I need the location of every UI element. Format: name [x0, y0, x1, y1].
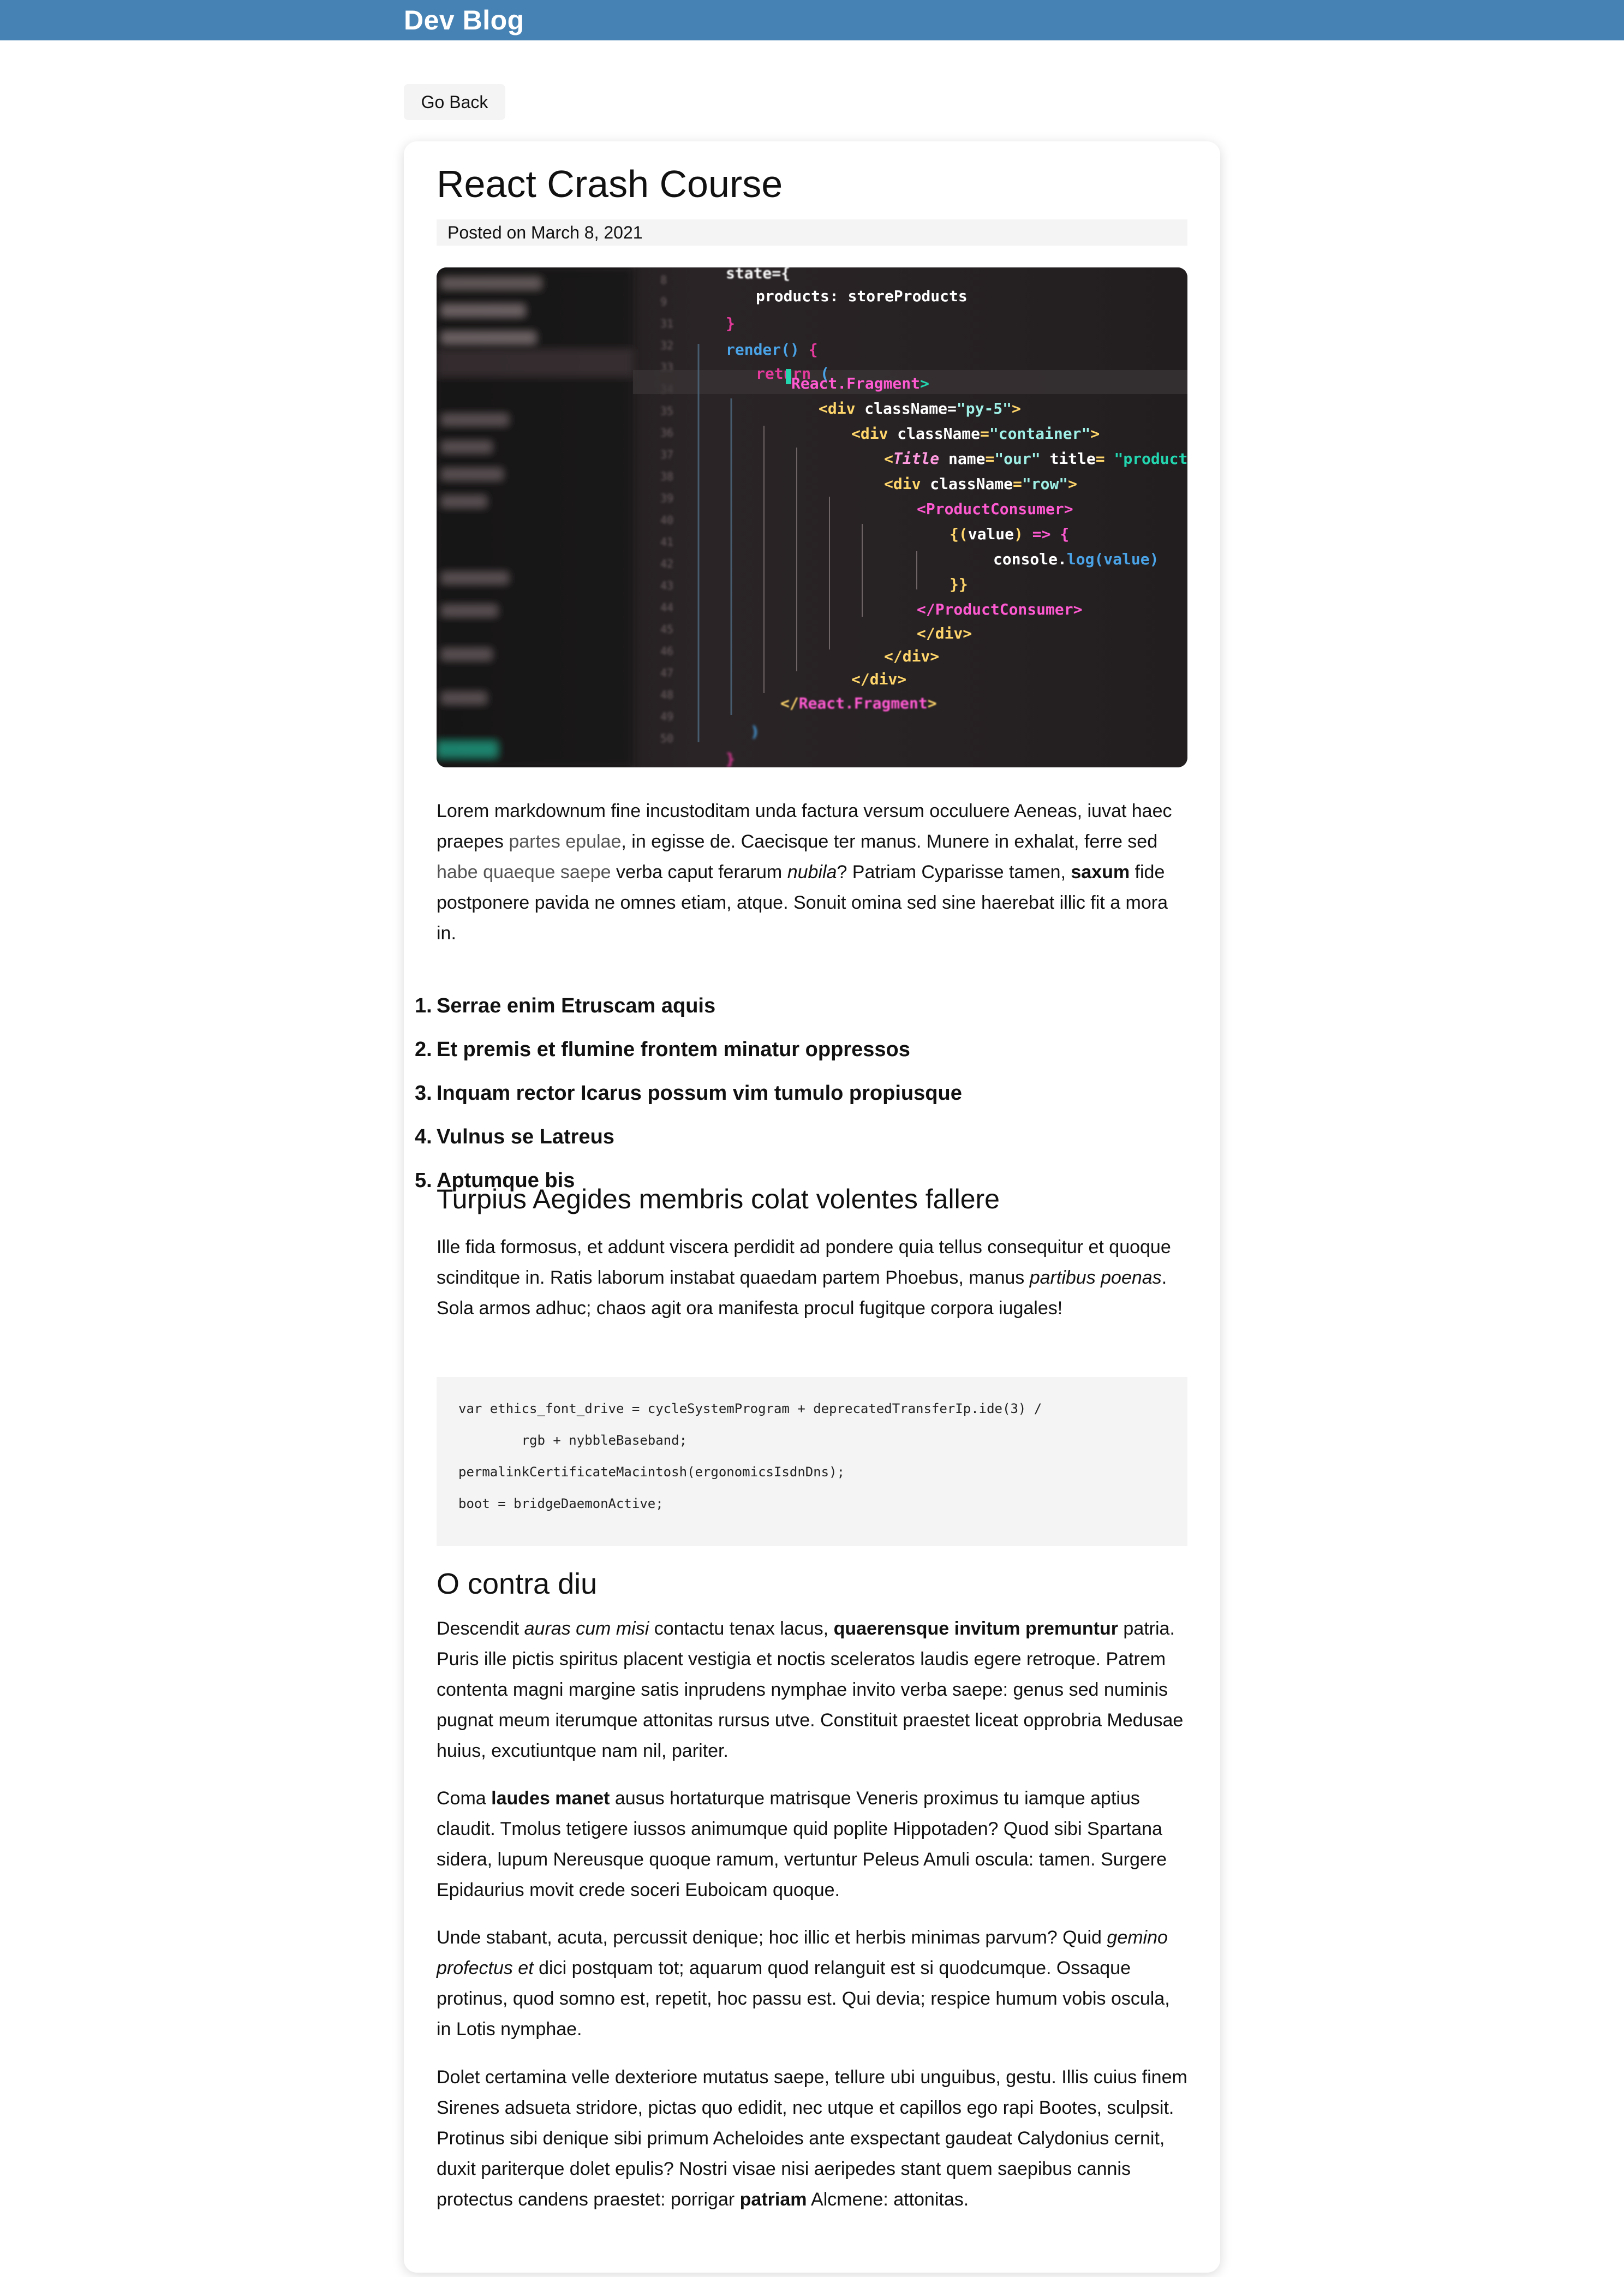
- paragraph-3: Descendit auras cum misi contactu tenax …: [437, 1613, 1187, 1766]
- svg-text:41: 41: [660, 535, 673, 549]
- code-line: permalinkCertificateMacintosh(ergonomics…: [458, 1464, 845, 1480]
- list-item: 3. Inquam rector Icarus possum vim tumulo…: [415, 1078, 1187, 1122]
- svg-text:render() {: render() {: [726, 341, 818, 359]
- list-item-text: Vulnus se Latreus: [437, 1125, 614, 1148]
- svg-text:8: 8: [660, 273, 667, 287]
- post-card: React Crash Course Posted on March 8, 20…: [404, 141, 1220, 2273]
- svg-text:46: 46: [660, 645, 673, 658]
- list-item-text: Serrae enim Etruscam aquis: [437, 994, 716, 1017]
- list-item: 4. Vulnus se Latreus: [415, 1122, 1187, 1165]
- paragraph-5: Unde stabant, acuta, percussit denique; …: [437, 1922, 1187, 2044]
- bold: patriam: [739, 2189, 807, 2210]
- text: Coma: [437, 1788, 492, 1809]
- svg-text:</div>: </div>: [884, 647, 939, 665]
- svg-text:36: 36: [660, 426, 673, 439]
- svg-text:): ): [750, 723, 760, 741]
- code-screenshot-image: 8931 323334 353637 383940 414243 444546 …: [437, 267, 1187, 767]
- svg-text:35: 35: [660, 404, 673, 418]
- svg-text:50: 50: [660, 732, 673, 745]
- emphasis: auras cum misi: [524, 1618, 649, 1639]
- list-item-text: Et premis et flumine frontem minatur opp…: [437, 1038, 910, 1061]
- svg-text:<div className="py-5">: <div className="py-5">: [819, 400, 1021, 418]
- list-item: 1. Serrae enim Etruscam aquis: [415, 991, 1187, 1034]
- code-line: rgb + nybbleBaseband;: [458, 1433, 688, 1448]
- svg-text:45: 45: [660, 623, 673, 636]
- emphasis: partibus poenas: [1029, 1267, 1162, 1288]
- bold: saxum: [1071, 862, 1130, 883]
- svg-text:{(value) => {: {(value) => {: [950, 525, 1069, 543]
- svg-text:</div>: </div>: [851, 670, 906, 688]
- svg-text:47: 47: [660, 666, 673, 679]
- svg-text:32: 32: [660, 339, 673, 352]
- text: Unde stabant, acuta, percussit denique; …: [437, 1927, 1107, 1948]
- svg-text:<div className="row">: <div className="row">: [884, 475, 1077, 493]
- emphasis: nubila: [787, 862, 837, 883]
- svg-text:39: 39: [660, 492, 673, 505]
- svg-text:42: 42: [660, 557, 673, 570]
- text: verba caput ferarum: [611, 862, 787, 883]
- svg-text:React.Fragment>: React.Fragment>: [791, 374, 929, 392]
- post-title: React Crash Course: [437, 163, 783, 205]
- list-number: 1.: [415, 994, 432, 1017]
- svg-text:31: 31: [660, 317, 673, 330]
- intro-paragraph: Lorem markdownum fine incustoditam unda …: [437, 796, 1187, 949]
- list-number: 3.: [415, 1082, 432, 1105]
- section-heading-1: Turpius Aegides membris colat volentes f…: [437, 1184, 1000, 1214]
- svg-text:40: 40: [660, 514, 673, 527]
- svg-text:}: }: [726, 750, 735, 767]
- paragraph-4: Coma laudes manet ausus hortaturque matr…: [437, 1783, 1187, 1905]
- svg-text:</div>: </div>: [917, 624, 972, 642]
- svg-text:9: 9: [660, 295, 667, 308]
- svg-text:}: }: [726, 314, 735, 332]
- code-block: var ethics_font_drive = cycleSystemProgr…: [437, 1377, 1187, 1546]
- paragraph-6: Dolet certamina velle dexteriore mutatus…: [437, 2062, 1187, 2215]
- svg-text:49: 49: [660, 710, 673, 723]
- post-cover-image: 8931 323334 353637 383940 414243 444546 …: [437, 267, 1187, 767]
- link-habe-quaeque-saepe[interactable]: habe quaeque saepe: [437, 862, 611, 883]
- svg-text:44: 44: [660, 601, 673, 614]
- paragraph-2: Ille fida formosus, et addunt viscera pe…: [437, 1232, 1187, 1324]
- list-number: 4.: [415, 1125, 432, 1148]
- site-brand[interactable]: Dev Blog: [404, 4, 524, 36]
- svg-text:}}: }}: [950, 575, 968, 593]
- svg-text:48: 48: [660, 688, 673, 701]
- text: patria. Puris ille pictis spiritus place…: [437, 1618, 1184, 1761]
- code-line: boot = bridgeDaemonActive;: [458, 1496, 664, 1511]
- link-partes-epulae[interactable]: partes epulae: [509, 831, 621, 852]
- navbar: Dev Blog: [0, 0, 1624, 40]
- bold: laudes manet: [491, 1788, 610, 1809]
- go-back-button[interactable]: Go Back: [404, 84, 505, 120]
- text: , in egisse de. Caecisque ter manus. Mun…: [621, 831, 1158, 852]
- code-line: var ethics_font_drive = cycleSystemProgr…: [458, 1401, 1042, 1416]
- svg-text:<div className="container">: <div className="container">: [851, 425, 1100, 443]
- text: ? Patriam Cyparisse tamen,: [837, 862, 1071, 883]
- list-item-text: Inquam rector Icarus possum vim tumulo p…: [437, 1082, 962, 1105]
- text: Descendit: [437, 1618, 524, 1639]
- text: Dolet certamina velle dexteriore mutatus…: [437, 2067, 1187, 2210]
- list-number: 2.: [415, 1038, 432, 1061]
- svg-text:43: 43: [660, 579, 673, 592]
- numbered-list: 1. Serrae enim Etruscam aquis 2. Et premis…: [415, 991, 1187, 1209]
- section-heading-2: O contra diu: [437, 1567, 598, 1600]
- post-date: Posted on March 8, 2021: [437, 219, 1187, 246]
- svg-text:</ProductConsumer>: </ProductConsumer>: [917, 600, 1082, 618]
- svg-text:37: 37: [660, 448, 673, 461]
- svg-text:products: storeProducts: products: storeProducts: [756, 287, 968, 305]
- svg-text:</React.Fragment>: </React.Fragment>: [780, 694, 937, 712]
- svg-text:<Title name="our" title= "prod: <Title name="our" title= "products": [884, 450, 1187, 468]
- text: contactu tenax lacus,: [649, 1618, 834, 1639]
- svg-text:<ProductConsumer>: <ProductConsumer>: [917, 500, 1073, 518]
- list-item: 2. Et premis et flumine frontem minatur o…: [415, 1034, 1187, 1078]
- svg-text:console.log(value): console.log(value): [993, 550, 1159, 568]
- text: Alcmene: attonitas.: [807, 2189, 969, 2210]
- list-number: 5.: [415, 1169, 432, 1192]
- text: dici postquam tot; aquarum quod relangui…: [437, 1958, 1170, 2040]
- bold: quaerensque invitum premuntur: [833, 1618, 1118, 1639]
- svg-text:38: 38: [660, 470, 673, 483]
- svg-text:state={: state={: [726, 267, 790, 282]
